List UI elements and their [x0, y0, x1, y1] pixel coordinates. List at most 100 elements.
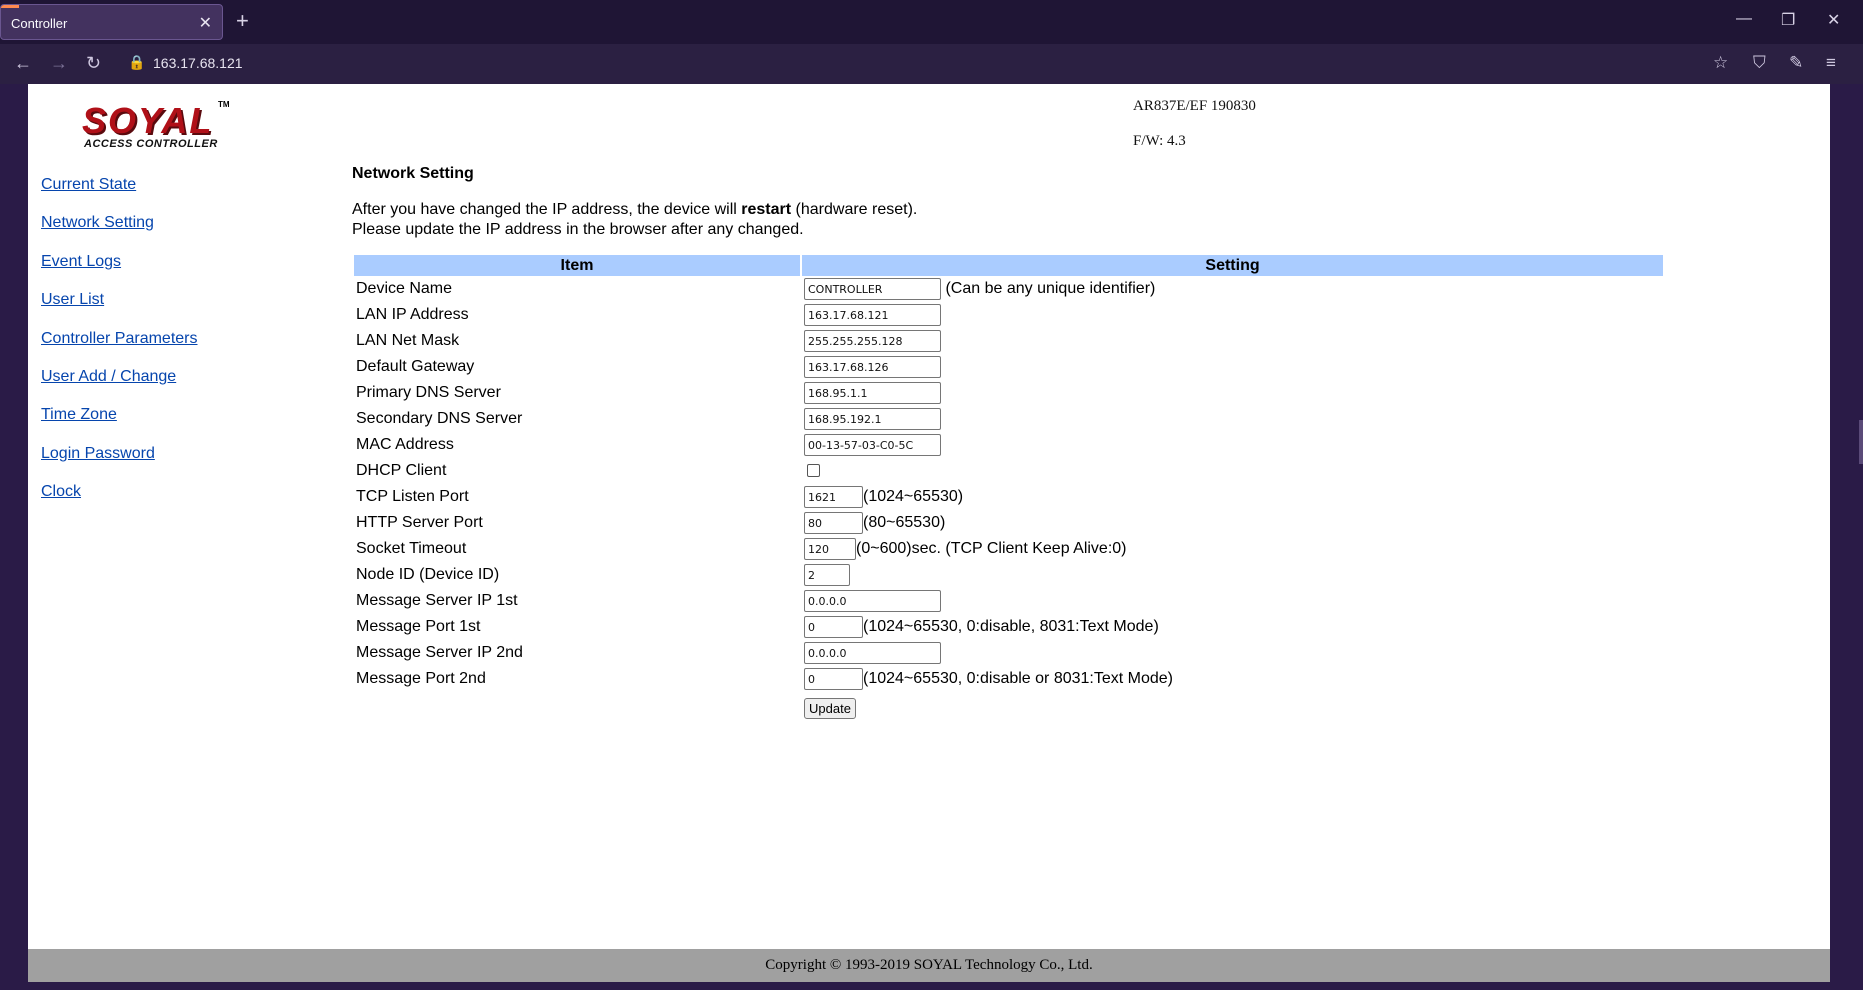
row-setting — [802, 432, 1663, 458]
window-close-icon[interactable]: ✕ — [1827, 10, 1840, 30]
sidebar-item-login-password[interactable]: Login Password — [41, 445, 198, 483]
dhcp-checkbox[interactable] — [807, 464, 820, 478]
row-setting: (1024~65530, 0:disable, 8031:Text Mode) — [802, 614, 1663, 640]
message-port-1-input[interactable] — [804, 616, 863, 638]
sidebar-item-network-setting[interactable]: Network Setting — [41, 214, 198, 252]
row-hint: (Can be any unique identifier) — [945, 280, 1156, 297]
table-row: LAN IP Address — [354, 302, 1663, 328]
table-row: Secondary DNS Server — [354, 406, 1663, 432]
row-setting: (80~65530) — [802, 510, 1663, 536]
table-row: Device Name (Can be any unique identifie… — [354, 276, 1663, 302]
forward-icon[interactable]: → — [50, 53, 68, 74]
row-setting — [802, 354, 1663, 380]
row-setting — [802, 302, 1663, 328]
scrollbar-thumb[interactable] — [1859, 420, 1863, 464]
address-bar[interactable]: 163.17.68.121 — [153, 55, 243, 71]
row-setting: (1024~65530, 0:disable or 8031:Text Mode… — [802, 666, 1663, 692]
lan-ip-input[interactable] — [804, 304, 941, 326]
row-setting — [802, 328, 1663, 354]
sidebar-item-controller-parameters[interactable]: Controller Parameters — [41, 330, 198, 368]
lock-icon[interactable]: 🔒 — [128, 54, 145, 71]
table-row: LAN Net Mask — [354, 328, 1663, 354]
menu-icon[interactable]: ≡ — [1826, 53, 1836, 73]
net-mask-input[interactable] — [804, 330, 941, 352]
table-row: Node ID (Device ID) — [354, 562, 1663, 588]
table-row: Message Server IP 2nd — [354, 640, 1663, 666]
table-row: MAC Address — [354, 432, 1663, 458]
sidebar-item-event-logs[interactable]: Event Logs — [41, 253, 198, 291]
restore-icon[interactable]: ❐ — [1781, 10, 1795, 30]
table-header-row: Item Setting — [354, 255, 1663, 276]
secondary-dns-input[interactable] — [804, 408, 941, 430]
row-label: HTTP Server Port — [356, 514, 483, 531]
bookmark-star-icon[interactable]: ☆ — [1713, 53, 1728, 73]
row-label: Node ID (Device ID) — [356, 566, 500, 583]
row-label: Message Server IP 2nd — [356, 644, 523, 661]
row-setting: (1024~65530) — [802, 484, 1663, 510]
logo-subtitle: ACCESS CONTROLLER — [84, 138, 218, 150]
table-row: DHCP Client — [354, 458, 1663, 484]
message-server-ip-2-input[interactable] — [804, 642, 941, 664]
update-button[interactable]: Update — [804, 698, 856, 719]
table-row: Message Server IP 1st — [354, 588, 1663, 614]
page-title: Network Setting — [352, 165, 474, 182]
sidebar-item-user-add-change[interactable]: User Add / Change — [41, 368, 198, 406]
sidebar-nav: Current State Network Setting Event Logs… — [41, 176, 198, 522]
message-port-2-input[interactable] — [804, 668, 863, 690]
network-settings-table: Item Setting Device Name (Can be any uni… — [352, 255, 1665, 719]
sidebar-item-time-zone[interactable]: Time Zone — [41, 406, 198, 444]
logo-main: SOYAL — [82, 100, 214, 141]
row-setting — [802, 380, 1663, 406]
primary-dns-input[interactable] — [804, 382, 941, 404]
gateway-input[interactable] — [804, 356, 941, 378]
row-setting: (0~600)sec. (TCP Client Keep Alive:0) — [802, 536, 1663, 562]
reload-icon[interactable]: ↻ — [86, 53, 101, 74]
row-label: TCP Listen Port — [356, 488, 469, 505]
row-setting — [802, 562, 1663, 588]
row-label: LAN Net Mask — [356, 332, 460, 349]
back-icon[interactable]: ← — [14, 53, 32, 74]
column-header-setting: Setting — [802, 255, 1663, 276]
note-bold: restart — [741, 201, 792, 218]
device-name-input[interactable] — [804, 278, 941, 300]
row-label: Device Name — [356, 280, 453, 297]
row-label: Socket Timeout — [356, 540, 467, 557]
tcp-port-input[interactable] — [804, 486, 863, 508]
table-row: Update — [354, 692, 1663, 719]
shield-icon[interactable]: ⛉ — [1753, 53, 1766, 73]
new-tab-icon[interactable]: + — [236, 8, 249, 34]
browser-tab[interactable]: Controller ✕ — [0, 4, 223, 40]
column-header-item: Item — [354, 255, 800, 276]
note-suffix: (hardware reset). — [791, 201, 918, 218]
extensions-icon[interactable]: ✎ — [1789, 53, 1803, 73]
node-id-input[interactable] — [804, 564, 850, 586]
sidebar-item-user-list[interactable]: User List — [41, 291, 198, 329]
row-label: Primary DNS Server — [356, 384, 501, 401]
firmware-version: F/W: 4.3 — [1133, 133, 1186, 149]
row-label: Message Port 2nd — [356, 670, 486, 687]
row-setting: Update — [802, 692, 1663, 719]
sidebar-item-current-state[interactable]: Current State — [41, 176, 198, 214]
table-row: TCP Listen Port (1024~65530) — [354, 484, 1663, 510]
sidebar-item-clock[interactable]: Clock — [41, 483, 198, 521]
row-setting: (Can be any unique identifier) — [802, 276, 1663, 302]
table-row: Message Port 1st (1024~65530, 0:disable,… — [354, 614, 1663, 640]
mac-address-input[interactable] — [804, 434, 941, 456]
row-label: Secondary DNS Server — [356, 410, 523, 427]
tab-accent — [1, 5, 19, 8]
footer-copyright: Copyright © 1993-2019 SOYAL Technology C… — [28, 949, 1830, 982]
http-port-input[interactable] — [804, 512, 863, 534]
note-line2: Please update the IP address in the brow… — [352, 221, 804, 238]
message-server-ip-1-input[interactable] — [804, 590, 941, 612]
socket-timeout-input[interactable] — [804, 538, 856, 560]
row-label: MAC Address — [356, 436, 454, 453]
table-row: Socket Timeout (0~600)sec. (TCP Client K… — [354, 536, 1663, 562]
table-row: Message Port 2nd (1024~65530, 0:disable … — [354, 666, 1663, 692]
note-prefix: After you have changed the IP address, t… — [352, 201, 742, 218]
minimize-icon[interactable]: — — [1736, 10, 1752, 28]
row-label: Message Server IP 1st — [356, 592, 518, 609]
browser-titlebar: Controller ✕ + — ❐ ✕ — [0, 0, 1863, 44]
tab-close-icon[interactable]: ✕ — [199, 13, 212, 33]
browser-navbar: ← → ↻ 🔒 163.17.68.121 ☆ ⛉ ✎ ≡ — [0, 44, 1863, 84]
row-hint: (0~600)sec. (TCP Client Keep Alive:0) — [856, 540, 1127, 557]
